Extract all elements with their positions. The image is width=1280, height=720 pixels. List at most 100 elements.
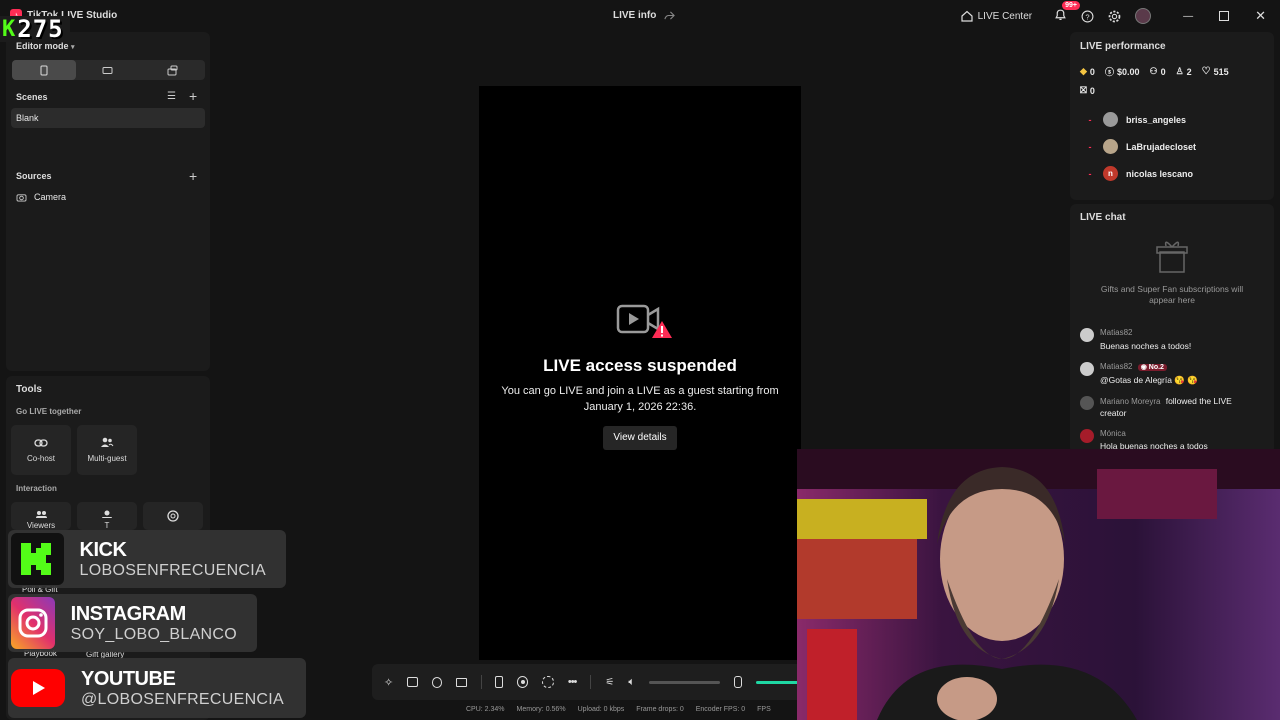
viewer-name: LaBrujadecloset: [1126, 141, 1197, 152]
viewer-list-item[interactable]: - LaBrujadecloset: [1085, 139, 1196, 154]
chat-user: Matias82: [1100, 328, 1133, 337]
social-overlay-youtube: YOUTUBE @LOBOSENFRECUENCIA: [8, 658, 306, 718]
layers-icon[interactable]: [407, 677, 418, 687]
multi-user-icon: [101, 437, 114, 447]
phone-icon[interactable]: [495, 676, 504, 688]
platform-handle: @LOBOSENFRECUENCIA: [81, 690, 285, 708]
mixer-settings-icon[interactable]: ⚟: [605, 677, 614, 688]
view-details-button[interactable]: View details: [603, 426, 677, 450]
platform-name: INSTAGRAM: [70, 602, 187, 625]
live-info-header[interactable]: LIVE info: [613, 10, 676, 21]
avatar: [1103, 112, 1118, 127]
source-item-camera[interactable]: Camera: [16, 192, 66, 202]
rank-dash: -: [1088, 141, 1092, 152]
dual-mode-button[interactable]: [141, 60, 205, 80]
platform-handle: SOY_LOBO_BLANCO: [70, 625, 237, 643]
memory-stat: Memory: 0.56%: [516, 706, 566, 713]
video-warning-icon: [616, 302, 674, 345]
cpu-stat: CPU: 2.34%: [466, 706, 505, 713]
share-icon[interactable]: [664, 10, 676, 21]
source-label: Camera: [34, 192, 67, 202]
caption-icon[interactable]: [456, 677, 467, 687]
more-options-icon[interactable]: •••: [568, 676, 578, 688]
rank-dash: -: [1088, 168, 1092, 179]
follower-icon: ♙: [1175, 66, 1184, 76]
minimize-icon[interactable]: —: [1183, 11, 1193, 22]
portrait-mode-button[interactable]: [12, 60, 77, 80]
add-scene-icon[interactable]: +: [189, 88, 197, 104]
t-tool-button[interactable]: T: [77, 502, 137, 530]
effects-icon[interactable]: [431, 676, 443, 688]
live-center-label: LIVE Center: [977, 10, 1033, 22]
kick-follower-counter: K 275: [0, 15, 70, 43]
notifications-button[interactable]: 99+: [1054, 1, 1080, 24]
camera-icon: [16, 193, 27, 202]
live-info-label: LIVE info: [613, 10, 657, 21]
avatar[interactable]: [1135, 8, 1152, 24]
add-source-icon[interactable]: +: [189, 168, 197, 184]
orientation-switch[interactable]: [12, 60, 205, 80]
maximize-icon[interactable]: [1219, 11, 1230, 21]
microphone-icon[interactable]: [734, 676, 742, 688]
viewers-tool-label: Viewers: [26, 521, 56, 530]
platform-handle: LOBOSENFRECUENCIA: [79, 561, 266, 579]
viewer-list-item[interactable]: - briss_angeles: [1085, 112, 1186, 127]
diamond-icon: ◆: [1080, 66, 1087, 76]
gift-box-icon: [1152, 238, 1192, 281]
platform-name: KICK: [79, 538, 127, 561]
goal-tool-button[interactable]: [143, 502, 203, 530]
title-bar-actions: LIVE Center 99+ ? — ✕: [961, 0, 1280, 32]
diamonds-value: 0: [1089, 66, 1095, 77]
avatar: n: [1103, 166, 1118, 181]
go-live-together-label: Go LIVE together: [16, 407, 82, 416]
help-icon[interactable]: ?: [1081, 10, 1094, 23]
scene-list-icon[interactable]: ☰: [167, 91, 176, 102]
earnings-value: $0.00: [1116, 66, 1140, 77]
landscape-icon: [102, 66, 113, 74]
social-overlay-kick: KICK LOBOSENFRECUENCIA: [8, 530, 286, 588]
target-icon: [167, 510, 179, 522]
chat-message[interactable]: Mariano Moreyra followed the LIVE creato…: [1080, 396, 1232, 418]
follow-icon: [1080, 396, 1094, 410]
magic-wand-icon[interactable]: ✧: [384, 676, 393, 689]
chat-message[interactable]: Matias82 ◉ No.2 @Gotas de Alegría 😘 😘: [1080, 362, 1198, 386]
multiguest-button[interactable]: Multi-guest: [77, 425, 137, 475]
instagram-logo-icon: [11, 597, 55, 649]
avatar: [1103, 139, 1118, 154]
tools-title: Tools: [16, 384, 42, 395]
scene-item[interactable]: Blank: [11, 108, 205, 128]
rank-badge-text: No.2: [1148, 364, 1164, 371]
notification-badge: 99+: [1062, 1, 1080, 10]
speaker-volume-slider[interactable]: [648, 680, 721, 684]
close-icon[interactable]: ✕: [1255, 8, 1266, 24]
viewer-list-item[interactable]: - n nicolas lescano: [1085, 166, 1193, 181]
toolbar-divider: [480, 675, 482, 689]
stream-target-icon[interactable]: [542, 676, 554, 688]
live-center-button[interactable]: LIVE Center: [961, 10, 1032, 22]
likes-value: 515: [1213, 66, 1229, 77]
likes-stat: ♡ 515: [1202, 65, 1229, 78]
chat-text: Buenas noches a todos!: [1100, 341, 1192, 351]
counter-value: 275: [17, 15, 64, 43]
viewers-tool-button[interactable]: Viewers: [11, 502, 71, 530]
encoder-fps-stat: Encoder FPS: 0: [695, 706, 746, 713]
cohost-button[interactable]: Co-host: [11, 425, 71, 475]
user-stand-icon: [102, 510, 112, 518]
webcam-overlay: [797, 449, 1280, 720]
record-icon[interactable]: [517, 676, 529, 688]
settings-gear-icon[interactable]: [1108, 10, 1121, 23]
social-overlay-instagram: INSTAGRAM SOY_LOBO_BLANCO: [8, 594, 257, 652]
rank-dash: -: [1088, 114, 1092, 125]
speaker-icon[interactable]: 🔈︎: [628, 676, 635, 689]
toolbar-divider-2: [590, 675, 592, 689]
svg-text:?: ?: [1085, 12, 1089, 21]
landscape-mode-button[interactable]: [76, 60, 140, 80]
avatar: [1080, 328, 1094, 342]
chat-message[interactable]: Mónica Hola buenas noches a todos: [1080, 429, 1208, 451]
followers-stat: ♙ 2: [1176, 65, 1192, 78]
link-icon: [34, 438, 48, 447]
chat-message[interactable]: Matias82 Buenas noches a todos!: [1080, 328, 1191, 351]
gifts-empty-note: Gifts and Super Fan subscriptions will a…: [1100, 284, 1244, 305]
kick-logo-icon: K: [2, 16, 16, 42]
chat-text: @Gotas de Alegría 😘 😘: [1100, 375, 1198, 385]
